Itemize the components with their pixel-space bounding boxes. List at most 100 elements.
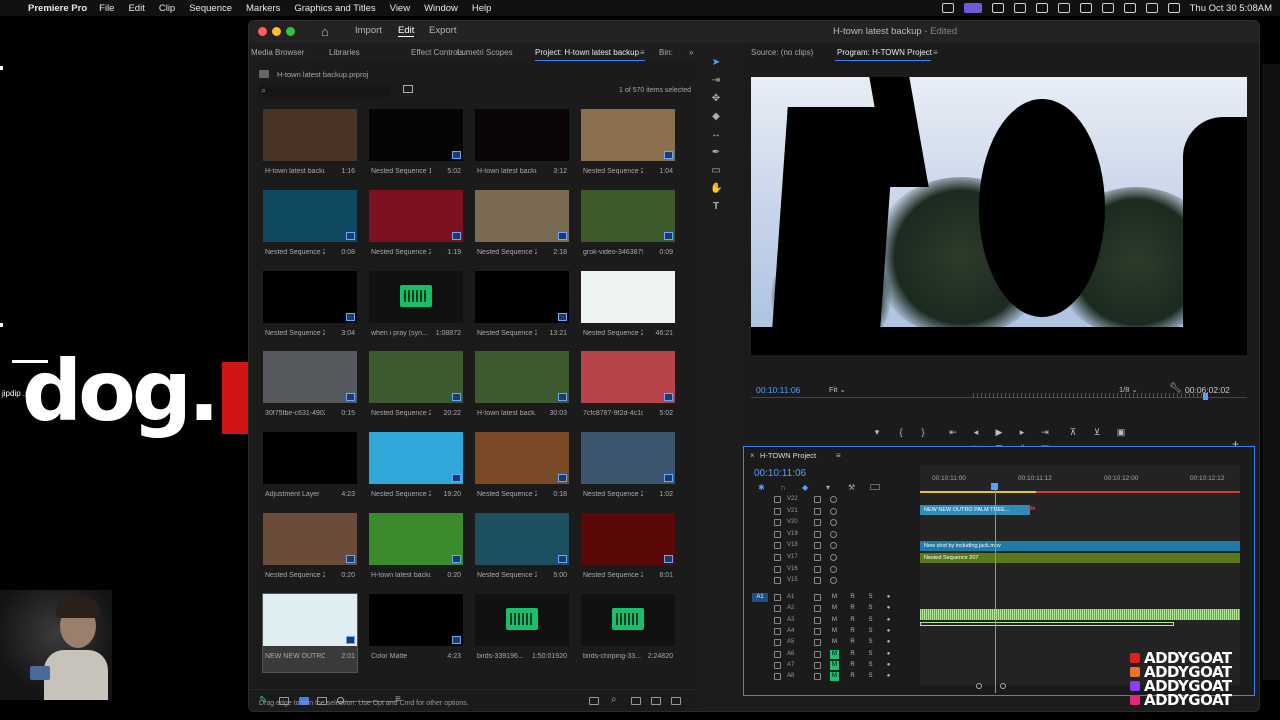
- screen-share-icon[interactable]: [963, 3, 982, 13]
- project-item-name[interactable]: Nested Sequence 207: [583, 330, 643, 337]
- linked-selection-icon[interactable]: ∩: [780, 483, 786, 492]
- project-item[interactable]: Nested Sequence 200 1:04: [581, 109, 675, 187]
- sync-icon[interactable]: [814, 639, 821, 647]
- lock-icon[interactable]: [774, 605, 781, 613]
- project-item[interactable]: NEW NEW OUTRO P... 2:01: [262, 592, 358, 673]
- project-tab-menu-icon[interactable]: ≡: [640, 48, 645, 57]
- voiceover-mic-icon[interactable]: ●: [884, 661, 893, 670]
- mute-toggle[interactable]: M: [830, 672, 839, 682]
- record-arm-toggle[interactable]: R: [848, 593, 857, 602]
- program-scrubber[interactable]: [751, 393, 1247, 403]
- desktop-file-label[interactable]: jipdip .png: [2, 389, 38, 398]
- close-icon[interactable]: ×: [750, 451, 755, 460]
- mute-toggle[interactable]: M: [830, 649, 839, 659]
- menu-clock[interactable]: Thu Oct 30 5:08AM: [1190, 3, 1272, 14]
- timeline-clip[interactable]: Nested Sequence 207: [920, 553, 1240, 563]
- tab-effect-controls[interactable]: Effect Controls: [411, 48, 463, 57]
- project-item-name[interactable]: Nested Sequence 203: [477, 249, 537, 256]
- record-arm-toggle[interactable]: R: [848, 638, 857, 647]
- sync-icon[interactable]: [814, 661, 821, 669]
- solo-toggle[interactable]: S: [866, 661, 875, 670]
- timeline-clip[interactable]: New shot by including jack.mov: [920, 541, 1240, 551]
- extract-icon[interactable]: ⊻: [1091, 427, 1103, 438]
- wifi-icon[interactable]: [1123, 3, 1136, 13]
- lock-icon[interactable]: [774, 542, 781, 550]
- video-track-header[interactable]: V18: [744, 541, 920, 552]
- project-item[interactable]: Color Matte 4:23: [369, 593, 463, 672]
- record-arm-toggle[interactable]: R: [848, 650, 857, 659]
- lock-icon[interactable]: [774, 554, 781, 561]
- tab-media-browser[interactable]: Media Browser: [251, 48, 304, 57]
- play-icon[interactable]: ▶: [993, 427, 1005, 438]
- display-icon[interactable]: [1057, 3, 1070, 13]
- trash-icon[interactable]: [671, 697, 681, 705]
- project-item[interactable]: Nested Sequence 214 0:20: [263, 513, 357, 591]
- search-spotlight-icon[interactable]: [1145, 3, 1158, 13]
- time-ruler[interactable]: 00:10:11:00 00:10:11:12 00:10:12:00 00:1…: [920, 465, 1240, 495]
- lock-icon[interactable]: [774, 577, 781, 585]
- control-center-icon[interactable]: [1167, 3, 1180, 13]
- sync-icon[interactable]: [814, 594, 821, 601]
- project-item[interactable]: Nested Sequence 217 8:01: [581, 513, 675, 591]
- project-item-name[interactable]: H-town latest backup...: [477, 168, 537, 175]
- go-to-out-icon[interactable]: ⇥: [1039, 427, 1051, 438]
- mute-toggle[interactable]: M: [830, 627, 839, 636]
- lock-icon[interactable]: [774, 661, 781, 669]
- find-icon[interactable]: ⌕: [611, 694, 617, 705]
- lock-icon[interactable]: [774, 639, 781, 647]
- audio-track-header[interactable]: A1 A1 M R S ●: [744, 593, 920, 604]
- timeline-timecode[interactable]: 00:10:11:06: [754, 468, 806, 479]
- record-arm-toggle[interactable]: R: [848, 672, 857, 681]
- project-item-name[interactable]: NEW NEW OUTRO P...: [265, 653, 325, 660]
- eye-icon[interactable]: [830, 577, 837, 585]
- snap-icon[interactable]: ✱: [758, 483, 765, 492]
- project-item-name[interactable]: 7cfc8787-9f2d-4c1c-...: [583, 410, 643, 417]
- hand-tool-icon[interactable]: ✋: [710, 183, 722, 195]
- tab-lumetri-scopes[interactable]: Lumetri Scopes: [457, 48, 513, 57]
- project-item[interactable]: grok-video-34638796... 0:09: [581, 189, 675, 268]
- audio-track-header[interactable]: A2 M R S ●: [744, 604, 920, 615]
- project-item[interactable]: Nested Sequence 212 1:02: [581, 432, 675, 510]
- track-select-tool-icon[interactable]: ⇥: [710, 75, 722, 87]
- lock-icon[interactable]: [774, 616, 781, 624]
- eye-icon[interactable]: [830, 507, 837, 515]
- mark-out-icon[interactable]: }: [917, 427, 929, 437]
- program-video-frame[interactable]: [751, 77, 1247, 355]
- project-item-name[interactable]: Color Matte: [371, 653, 431, 660]
- razor-tool-icon[interactable]: ◆: [710, 111, 722, 123]
- zoom-window-button[interactable]: [286, 27, 295, 36]
- project-item[interactable]: Nested Sequence 207 46:21: [581, 270, 675, 349]
- menu-edit[interactable]: Edit: [128, 3, 144, 14]
- audio-track-header[interactable]: A5 M R S ●: [744, 638, 920, 649]
- zoom-scroll-handle[interactable]: [976, 683, 982, 689]
- tab-source-monitor[interactable]: Source: (no clips): [751, 48, 813, 57]
- project-item-name[interactable]: Nested Sequence 211: [477, 491, 537, 498]
- project-item-name[interactable]: birds-339196...: [477, 653, 537, 660]
- sync-icon[interactable]: [814, 542, 821, 550]
- timeline-playhead[interactable]: [995, 483, 996, 693]
- menu-window[interactable]: Window: [424, 3, 458, 14]
- sync-icon[interactable]: [814, 507, 821, 515]
- sequence-tab-menu-icon[interactable]: ≡: [836, 451, 841, 460]
- battery-icon[interactable]: [1101, 3, 1114, 13]
- project-item[interactable]: Nested Sequence 203 2:18: [475, 189, 569, 268]
- audio-track-header[interactable]: A7 M R S ●: [744, 660, 920, 672]
- tab-libraries[interactable]: Libraries: [329, 48, 360, 57]
- sequence-tab[interactable]: H-TOWN Project: [760, 451, 816, 460]
- record-arm-toggle[interactable]: R: [848, 627, 857, 636]
- tab-import[interactable]: Import: [355, 25, 382, 36]
- project-item[interactable]: birds-chirping-33... 2:24820: [581, 593, 675, 672]
- project-item[interactable]: Nested Sequence 208 20:22: [369, 351, 463, 429]
- voiceover-mic-icon[interactable]: ●: [884, 672, 893, 681]
- lock-icon[interactable]: [774, 530, 781, 538]
- sync-icon[interactable]: [814, 496, 821, 503]
- project-item[interactable]: Adjustment Layer 4:23: [263, 432, 357, 510]
- video-track-header[interactable]: V21: [744, 507, 920, 518]
- menu-clip[interactable]: Clip: [159, 3, 175, 14]
- solo-toggle[interactable]: S: [866, 616, 875, 625]
- menu-help[interactable]: Help: [472, 3, 492, 14]
- mute-toggle[interactable]: M: [830, 660, 839, 670]
- project-item-name[interactable]: Nested Sequence 216: [477, 572, 537, 579]
- lock-icon[interactable]: [774, 627, 781, 635]
- voiceover-mic-icon[interactable]: ●: [884, 593, 893, 602]
